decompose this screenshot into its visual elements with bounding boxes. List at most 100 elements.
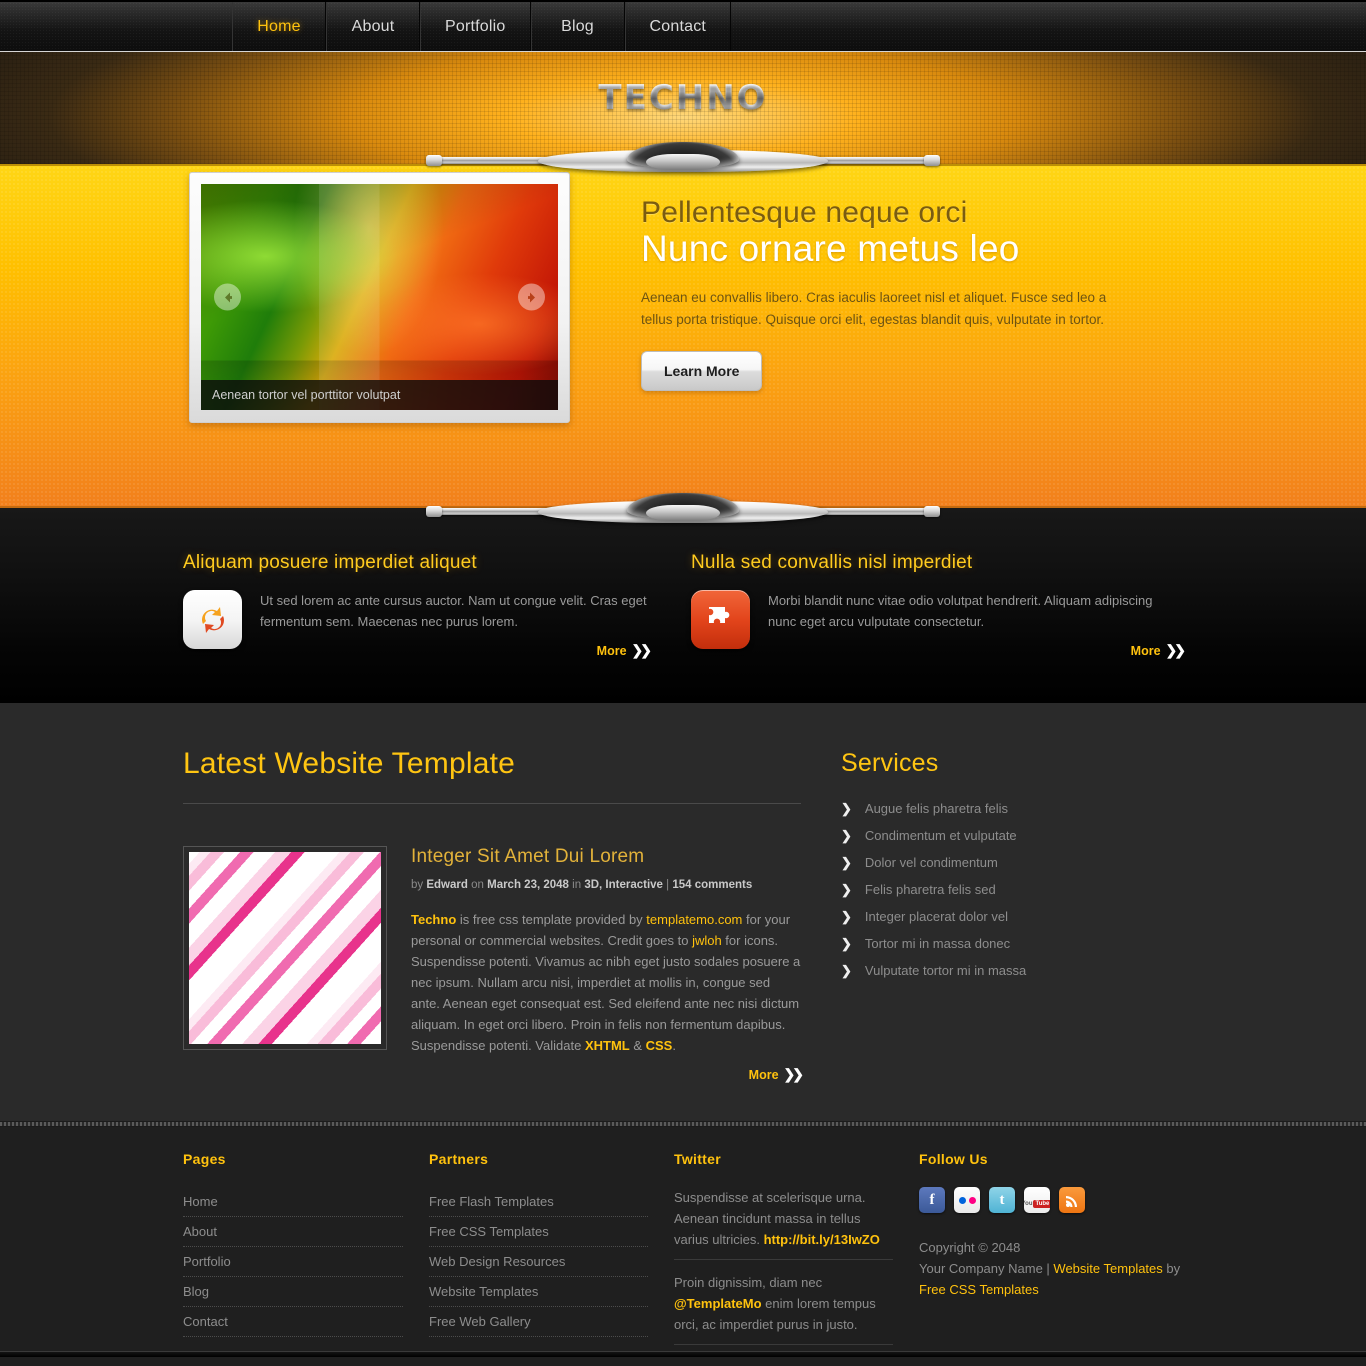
post-meta-in: in — [572, 879, 582, 891]
nav-item-blog[interactable]: Blog — [530, 2, 625, 51]
rss-icon[interactable] — [1059, 1187, 1085, 1213]
footer-link-contact[interactable]: Contact — [183, 1307, 403, 1337]
feature-title: Nulla sed convallis nisl imperdiet — [691, 552, 973, 573]
nav-item-about[interactable]: About — [326, 2, 420, 51]
nav-label: Blog — [561, 17, 594, 35]
puzzle-icon — [691, 590, 750, 649]
tweet-link[interactable]: http://bit.ly/13IwZO — [764, 1232, 880, 1247]
nav-item-portfolio[interactable]: Portfolio — [420, 2, 531, 51]
footer-title-pages: Pages — [183, 1151, 226, 1167]
learn-more-button[interactable]: Learn More — [641, 350, 763, 391]
service-item[interactable]: ❯ Augue felis pharetra felis — [841, 795, 1143, 822]
feature-more-link[interactable]: More ❯❯ — [768, 642, 1187, 659]
website-templates-link[interactable]: Website Templates — [1053, 1261, 1162, 1276]
content-column: Latest Website Template Integer Sit Amet… — [183, 747, 841, 1083]
page-root: Home About Portfolio Blog Contact TECHNO — [0, 0, 1366, 1366]
post-more-link[interactable]: More ❯❯ — [411, 1066, 804, 1083]
feature-body: Morbi blandit nunc vitae odio volutpat h… — [691, 590, 1187, 659]
post-thumbnail[interactable] — [183, 846, 387, 1050]
post-text: . — [672, 1038, 676, 1054]
slider-frame: Aenean tortor vel porttitor volutpat — [189, 172, 570, 423]
slider-prev-button[interactable] — [214, 283, 241, 311]
post-meta: by Edward on March 23, 2048 in 3D, Inter… — [411, 879, 801, 891]
nav-item-home[interactable]: Home — [232, 2, 326, 51]
youtube-icon[interactable]: YouTube — [1024, 1187, 1050, 1213]
social-icons: f t YouTube — [919, 1187, 1183, 1213]
footer-inner: Pages Home About Portfolio Blog Contact … — [183, 1151, 1183, 1357]
more-label: More — [1130, 644, 1161, 659]
copyright-line: Copyright © 2048 — [919, 1240, 1021, 1255]
post-meta-comments[interactable]: 154 comments — [672, 879, 752, 891]
sidebar-column: Services ❯ Augue felis pharetra felis ❯ Co… — [841, 747, 1143, 1083]
services-list: ❯ Augue felis pharetra felis ❯ Condimentum… — [841, 795, 1143, 984]
flickr-icon[interactable] — [954, 1187, 980, 1213]
feature-more-link[interactable]: More ❯❯ — [260, 642, 652, 659]
site-logo[interactable]: TECHNO — [0, 78, 1366, 118]
flickr-dots — [958, 1196, 976, 1204]
footer-column-pages: Pages Home About Portfolio Blog Contact — [183, 1151, 429, 1357]
footer-partner-link[interactable]: Web Design Resources — [429, 1247, 648, 1277]
free-css-templates-link[interactable]: Free CSS Templates — [919, 1282, 1039, 1297]
jwloh-link[interactable]: jwloh — [692, 933, 722, 948]
hero-banner: Aenean tortor vel porttitor volutpat Pel… — [0, 164, 1366, 508]
post-body: Integer Sit Amet Dui Lorem by Edward on … — [411, 846, 804, 1083]
xhtml-link[interactable]: XHTML — [585, 1038, 630, 1053]
tweet-handle[interactable]: @TemplateMo — [674, 1296, 762, 1311]
footer-partner-link[interactable]: Website Templates — [429, 1277, 648, 1307]
post-meta-author[interactable]: Edward — [426, 879, 468, 891]
service-item[interactable]: ❯ Tortor mi in massa donec — [841, 930, 1143, 957]
footer-link-about[interactable]: About — [183, 1217, 403, 1247]
slider-image[interactable]: Aenean tortor vel porttitor volutpat — [201, 184, 558, 410]
chevron-right-icon: ❯ — [841, 800, 852, 816]
footer-link-portfolio[interactable]: Portfolio — [183, 1247, 403, 1277]
tweet-2: Proin dignissim, diam nec @TemplateMo en… — [674, 1272, 893, 1346]
feature-paragraph: Morbi blandit nunc vitae odio volutpat h… — [768, 593, 1153, 630]
facebook-icon[interactable]: f — [919, 1187, 945, 1213]
service-item[interactable]: ❯ Dolor vel condimentum — [841, 849, 1143, 876]
css-link[interactable]: CSS — [646, 1038, 673, 1053]
main-section: Latest Website Template Integer Sit Amet… — [0, 703, 1366, 1121]
chevron-right-icon: ❯ — [841, 935, 852, 951]
post-paragraph: Techno is free css template provided by … — [411, 909, 801, 1056]
post-meta-categories[interactable]: 3D, Interactive — [584, 879, 663, 891]
footer-pages-list: Home About Portfolio Blog Contact — [183, 1187, 403, 1337]
feature-text: Ut sed lorem ac ante cursus auctor. Nam … — [260, 590, 652, 659]
more-label: More — [596, 644, 627, 659]
service-item[interactable]: ❯ Condimentum et vulputate — [841, 822, 1143, 849]
post-meta-by: by — [411, 879, 424, 891]
features-inner: Aliquam posuere imperdiet aliquet Ut sed… — [183, 552, 1187, 659]
page-title: Latest Website Template — [183, 747, 516, 780]
service-label: Tortor mi in massa donec — [864, 936, 1011, 951]
footer-partner-link[interactable]: Free Flash Templates — [429, 1187, 648, 1217]
chevron-double-right-icon: ❯❯ — [1165, 642, 1187, 659]
facebook-glyph: f — [929, 1191, 935, 1208]
credits-line: Your Company Name | Website Templates by… — [919, 1258, 1183, 1300]
post-brand: Techno — [411, 912, 457, 927]
footer-title-twitter: Twitter — [674, 1151, 721, 1167]
service-item[interactable]: ❯ Felis pharetra felis sed — [841, 876, 1143, 903]
credits-sep: | — [1042, 1261, 1054, 1277]
footer-title-follow: Follow Us — [919, 1151, 988, 1167]
top-navigation-bar: Home About Portfolio Blog Contact — [0, 0, 1366, 55]
twitter-icon[interactable]: t — [989, 1187, 1015, 1213]
youtube-badge: Tube — [1032, 1199, 1050, 1208]
refresh-icon — [183, 590, 242, 649]
slider-next-button[interactable] — [518, 283, 545, 311]
footer-partner-link[interactable]: Free CSS Templates — [429, 1217, 648, 1247]
service-item[interactable]: ❯ Integer placerat dolor vel — [841, 903, 1143, 930]
footer-link-home[interactable]: Home — [183, 1187, 403, 1217]
header-band: TECHNO — [0, 52, 1366, 164]
post-text: for icons. Suspendisse potenti. Vivamus … — [411, 933, 801, 1054]
post-title[interactable]: Integer Sit Amet Dui Lorem — [411, 846, 801, 868]
feature-text: Morbi blandit nunc vitae odio volutpat h… — [768, 590, 1187, 659]
chevron-right-icon: ❯ — [841, 962, 852, 978]
service-item[interactable]: ❯ Vulputate tortor mi in massa — [841, 957, 1143, 984]
footer-partners-list: Free Flash Templates Free CSS Templates … — [429, 1187, 648, 1337]
nav-item-contact[interactable]: Contact — [624, 2, 732, 51]
templatemo-link[interactable]: templatemo.com — [646, 912, 742, 927]
chevron-right-icon: ❯ — [841, 881, 852, 897]
company-name: Your Company Name — [919, 1261, 1043, 1277]
footer-partner-link[interactable]: Free Web Gallery — [429, 1307, 648, 1337]
footer-link-blog[interactable]: Blog — [183, 1277, 403, 1307]
blog-post: Integer Sit Amet Dui Lorem by Edward on … — [183, 846, 804, 1083]
